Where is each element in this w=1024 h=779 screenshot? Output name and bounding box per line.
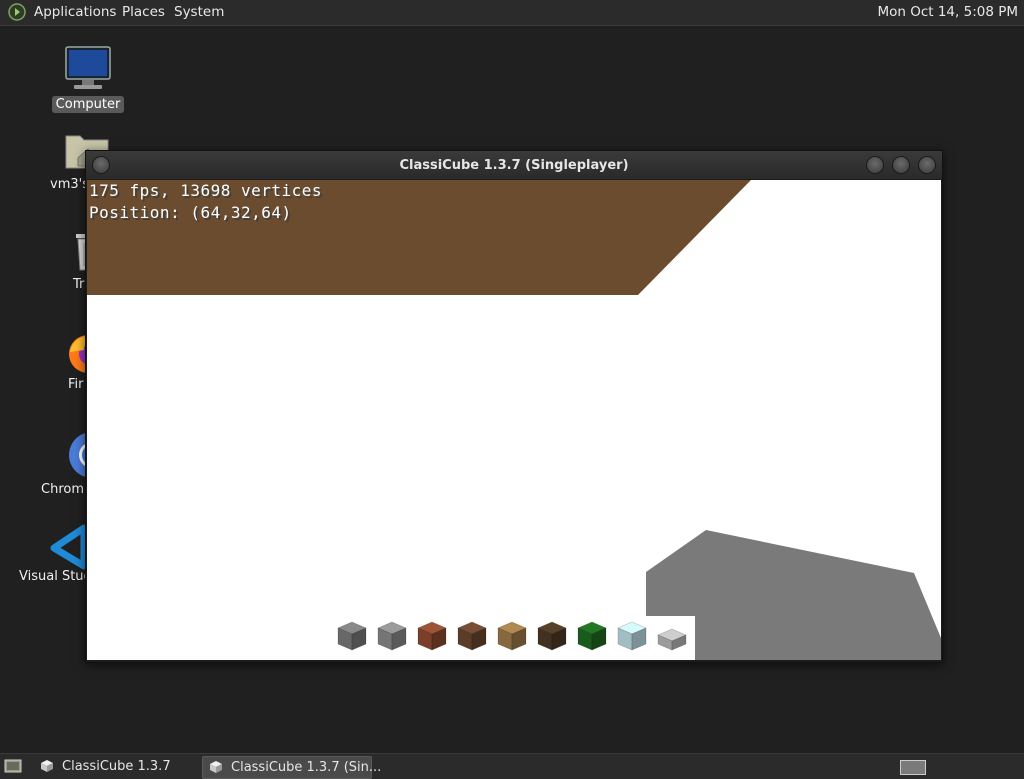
slab-block-icon (657, 628, 687, 651)
taskbar-button-classicube[interactable]: ClassiCube 1.3.7 (34, 756, 196, 777)
cube-icon (41, 760, 53, 772)
taskbar-button-label: ClassiCube 1.3.7 (62, 759, 171, 774)
window-titlebar[interactable]: ClassiCube 1.3.7 (Singleplayer) (86, 151, 942, 179)
show-desktop-icon[interactable] (4, 758, 22, 774)
close-button[interactable] (918, 156, 936, 174)
workspace-switcher[interactable] (900, 760, 926, 775)
menu-system[interactable]: System (174, 4, 224, 20)
applications-logo-icon[interactable] (8, 3, 26, 21)
hotbar-slot-log[interactable] (535, 617, 569, 653)
clock[interactable]: Mon Oct 14, 5:08 PM (877, 4, 1018, 20)
classicube-window[interactable]: ClassiCube 1.3.7 (Singleplayer) 175 fps,… (85, 150, 943, 663)
desktop-icon-label: Computer (51, 96, 125, 113)
hotbar-slot-leaves[interactable] (575, 617, 609, 653)
hud-position: Position: (64,32,64) (89, 203, 292, 222)
desktop-icon-computer[interactable]: Computer (40, 44, 136, 116)
taskbar-button-label: ClassiCube 1.3.7 (Sin... (231, 760, 382, 775)
computer-icon (65, 46, 111, 89)
cube-icon (210, 761, 222, 773)
hud-stats: 175 fps, 13698 vertices (89, 181, 323, 200)
wood-planks-block-icon (497, 621, 527, 651)
menu-applications[interactable]: Applications (34, 4, 116, 20)
hotbar-slot-dirt[interactable] (455, 617, 489, 653)
cobblestone-block-icon (377, 621, 407, 651)
maximize-button[interactable] (892, 156, 910, 174)
brick-block-icon (417, 621, 447, 651)
stone-block-icon (337, 621, 367, 651)
hotbar-slot-slab[interactable] (655, 617, 689, 653)
hotbar-slot-cobblestone[interactable] (375, 617, 409, 653)
leaves-block-icon (577, 621, 607, 651)
hotbar-slot-stone[interactable] (335, 617, 369, 653)
hotbar-slot-brick[interactable] (415, 617, 449, 653)
dirt-block-icon (457, 621, 487, 651)
hotbar-slot-glass[interactable] (615, 617, 649, 653)
game-viewport[interactable]: 175 fps, 13698 vertices Position: (64,32… (87, 180, 941, 660)
window-title: ClassiCube 1.3.7 (Singleplayer) (399, 158, 629, 173)
game-scene (87, 180, 941, 660)
top-panel: Applications Places System Mon Oct 14, 5… (0, 0, 1024, 26)
minimize-button[interactable] (866, 156, 884, 174)
hotbar-slot-wood-planks[interactable] (495, 617, 529, 653)
log-block-icon (537, 621, 567, 651)
glass-block-icon (617, 621, 647, 651)
menu-places[interactable]: Places (122, 4, 165, 20)
taskbar-button-classicube-singleplayer[interactable]: ClassiCube 1.3.7 (Sin... (202, 756, 381, 779)
taskbar: ClassiCube 1.3.7 ClassiCube 1.3.7 (Sin..… (0, 753, 1024, 779)
